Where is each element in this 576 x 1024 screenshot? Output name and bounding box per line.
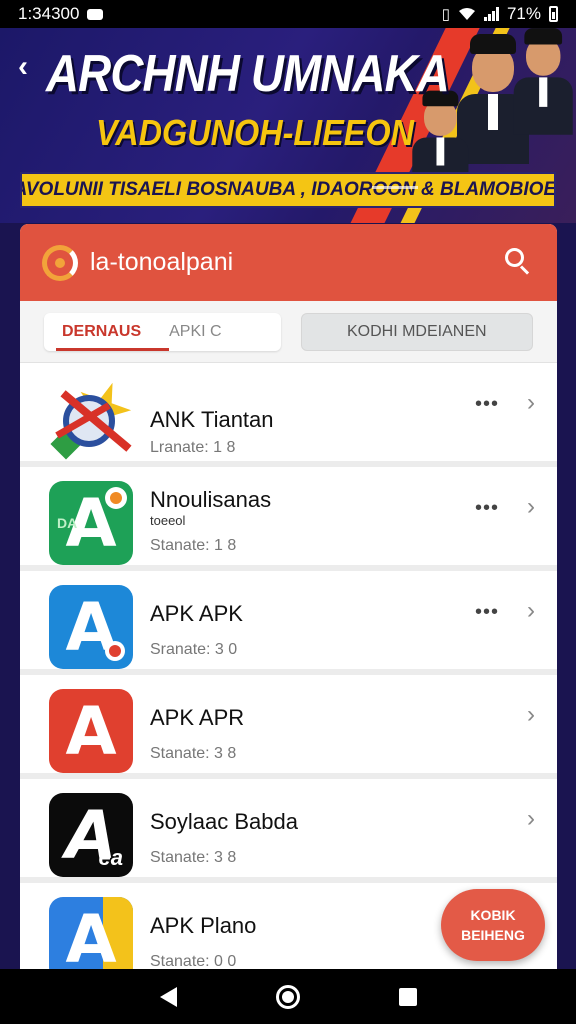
message-icon (87, 8, 104, 20)
filter-button[interactable]: KODHI MDEIANEN (300, 312, 533, 351)
vibrate-icon: ▯ (441, 6, 450, 23)
status-time: 1:34300 (18, 4, 80, 23)
chevron-right-icon[interactable]: › (527, 597, 535, 625)
banner-title: ARCHNH UMNAKA (46, 45, 450, 103)
item-name: Soylaac Babda (150, 809, 298, 834)
list-item[interactable]: ANK Tiantan Lranate: 1 8 ••• › (20, 363, 557, 467)
status-bar: 1:34300 ▯ 71% (0, 0, 576, 28)
chevron-right-icon[interactable]: › (527, 493, 535, 521)
item-status: Stanate: 3 8 (150, 849, 237, 866)
item-status: Lranate: 1 8 (150, 439, 236, 456)
apk-green-icon: A DA (49, 481, 133, 565)
promo-banner[interactable]: ‹ ARCHNH UMNAKA VADGUNOH-LIEEON AVOLUNII… (0, 28, 576, 223)
chevron-right-icon[interactable]: › (527, 701, 535, 729)
divider (372, 186, 418, 189)
floating-action-button[interactable]: KOBIK BEIHENG (441, 889, 545, 961)
chevron-right-icon[interactable]: › (527, 805, 535, 833)
navigation-bar (0, 969, 576, 1024)
list-item[interactable]: A DA Nnoulisanas toeeol Stanate: 1 8 ••• … (20, 467, 557, 571)
item-status: Sranate: 3 0 (150, 641, 238, 658)
item-status: Stanate: 0 0 (150, 953, 237, 969)
apk-blue-icon: A (49, 585, 133, 669)
fab-label-line2: BEIHENG (461, 927, 525, 943)
tab-group: DERNAUS APKI C (44, 312, 281, 351)
signal-icon (483, 7, 499, 21)
nav-back-icon[interactable] (159, 986, 177, 1007)
banner-strip: AVOLUNII TISAELI BOSNAUBA , IDAOROON & B… (20, 172, 556, 208)
tab-apk[interactable]: APKI C (169, 323, 221, 341)
battery-icon (549, 6, 558, 22)
item-subtitle: toeeol (150, 513, 186, 528)
tab-active[interactable]: DERNAUS (56, 313, 170, 351)
item-name: Nnoulisanas (150, 487, 272, 512)
more-icon[interactable]: ••• (475, 497, 499, 520)
app-logo-icon (42, 244, 78, 281)
tabs-row: DERNAUS APKI C KODHI MDEIANEN (20, 301, 557, 363)
app-header: la-tonoalpani (20, 224, 557, 301)
chevron-right-icon[interactable]: › (527, 389, 535, 417)
item-status: Stanate: 1 8 (150, 537, 237, 554)
item-status: Stanate: 3 8 (150, 745, 237, 762)
back-arrow-icon[interactable]: ‹ (18, 50, 28, 84)
nav-recents-icon[interactable] (398, 987, 417, 1006)
status-left: 1:34300 (18, 4, 104, 24)
item-name: APK Plano (150, 913, 257, 938)
more-icon[interactable]: ••• (475, 393, 499, 416)
list-item[interactable]: Aea Soylaac Babda Stanate: 3 8 › (20, 779, 557, 883)
item-name: ANK Tiantan (150, 407, 274, 432)
battery-text: 71% (506, 4, 541, 23)
fab-label-line1: KOBIK (470, 907, 516, 923)
wifi-icon (458, 8, 475, 20)
search-icon[interactable] (505, 248, 531, 275)
banner-subtitle: VADGUNOH-LIEEON (96, 112, 415, 153)
list-item[interactable]: A APK APK Sranate: 3 0 ••• › (20, 571, 557, 675)
banner-strip-text: AVOLUNII TISAELI BOSNAUBA , IDAOROON & B… (20, 179, 556, 200)
app-title: la-tonoalpani (90, 248, 234, 276)
status-right: ▯ 71% (442, 4, 558, 24)
app-panel: la-tonoalpani DERNAUS APKI C KODHI MDEIA… (20, 224, 557, 969)
apk-red-icon: A (49, 689, 133, 773)
compass-icon (49, 377, 133, 461)
item-name: APK APR (150, 705, 245, 730)
more-icon[interactable]: ••• (475, 601, 499, 624)
list-item[interactable]: A APK APR Stanate: 3 8 › (20, 675, 557, 779)
nav-home-icon[interactable] (275, 984, 300, 1009)
item-name: APK APK (150, 601, 243, 626)
app-list: ANK Tiantan Lranate: 1 8 ••• › A DA Nnoul… (20, 363, 557, 969)
apk-plano-icon: A (49, 897, 133, 969)
apk-black-icon: Aea (49, 793, 133, 877)
